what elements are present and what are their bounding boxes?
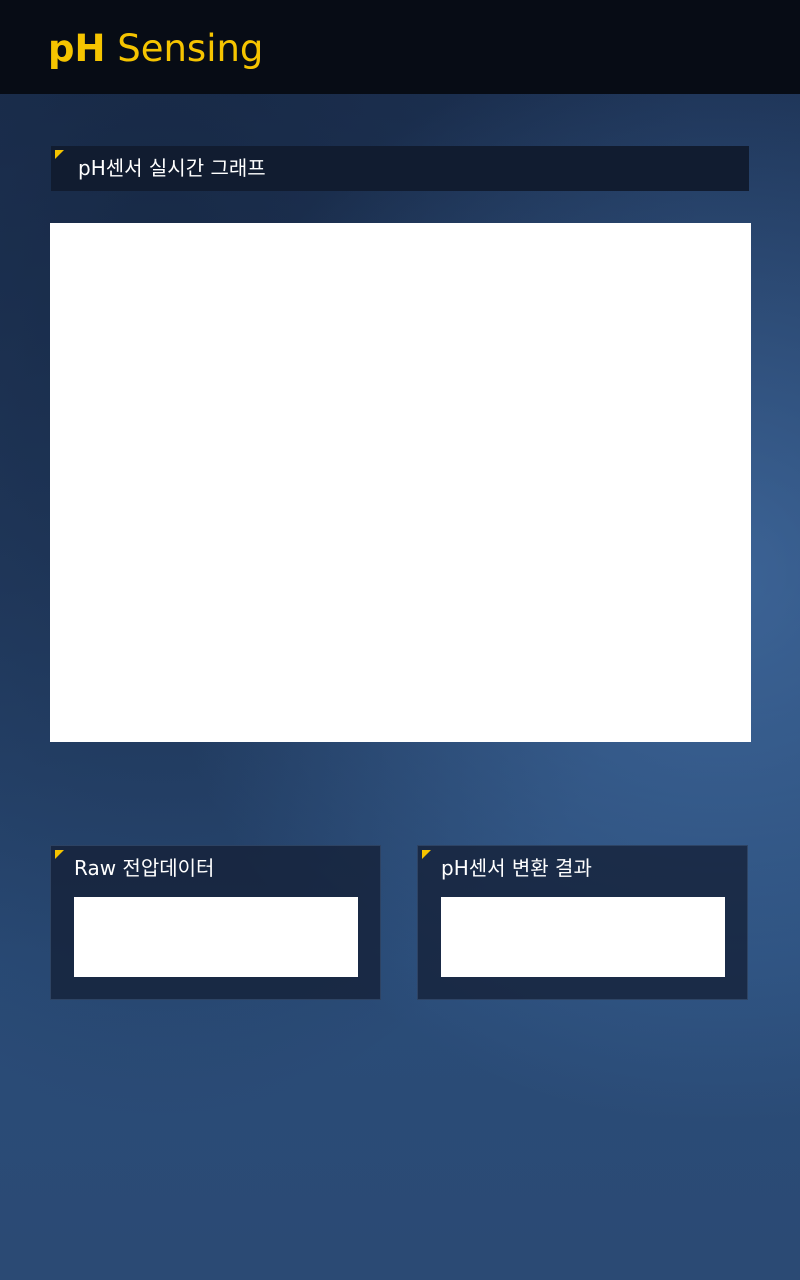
app-title-ph: pH bbox=[48, 27, 106, 70]
raw-voltage-field[interactable] bbox=[74, 897, 358, 977]
app-header: pH Sensing bbox=[0, 0, 800, 94]
raw-voltage-panel: Raw 전압데이터 bbox=[50, 845, 381, 1000]
ph-result-panel: pH센서 변환 결과 bbox=[417, 845, 748, 1000]
realtime-graph-area bbox=[50, 223, 751, 742]
ph-result-field[interactable] bbox=[441, 897, 725, 977]
corner-accent-icon bbox=[55, 150, 64, 159]
graph-section-header: pH센서 실시간 그래프 bbox=[51, 146, 749, 191]
raw-voltage-title: Raw 전압데이터 bbox=[74, 856, 215, 880]
app-title: pH Sensing bbox=[48, 26, 263, 72]
app-title-sensing: Sensing bbox=[105, 27, 264, 70]
corner-accent-icon bbox=[422, 850, 431, 859]
graph-section-title: pH센서 실시간 그래프 bbox=[78, 156, 266, 180]
ph-result-title: pH센서 변환 결과 bbox=[441, 856, 592, 880]
corner-accent-icon bbox=[55, 850, 64, 859]
